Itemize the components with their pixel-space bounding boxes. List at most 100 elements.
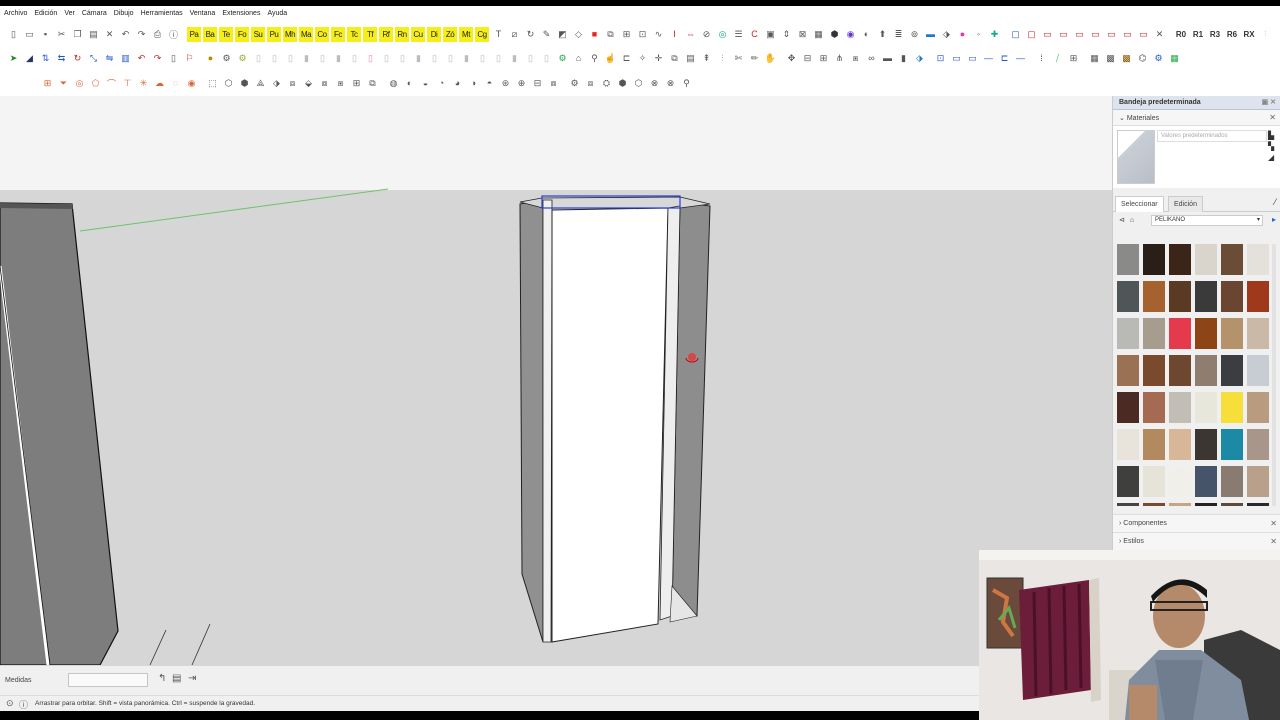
home-icon[interactable]: ⌂	[1130, 217, 1134, 224]
bar-red-6-icon[interactable]: ▭	[1120, 27, 1135, 42]
material-swatch[interactable]	[1117, 392, 1139, 423]
info-icon[interactable]: ⓘ	[166, 27, 181, 42]
up-down-icon[interactable]: ⇕	[779, 27, 794, 42]
copy-icon[interactable]: ❐	[70, 27, 85, 42]
tool-cg-button[interactable]: Cg	[475, 26, 489, 42]
scale-icon[interactable]: ⤡	[86, 51, 101, 66]
rotate-icon[interactable]: ↻	[70, 51, 85, 66]
solid-3-icon[interactable]: ⬢	[237, 76, 252, 91]
panel-6-icon[interactable]: ▮	[331, 51, 346, 66]
material-swatch[interactable]	[1143, 355, 1165, 386]
slash-icon[interactable]: ⊘	[699, 27, 714, 42]
edge-icon[interactable]: ▯	[166, 51, 181, 66]
tool-zo-button[interactable]: Zó	[443, 26, 457, 42]
material-swatch[interactable]	[1221, 281, 1243, 312]
list-icon[interactable]: ☰	[731, 27, 746, 42]
target-icon[interactable]: ◎	[715, 27, 730, 42]
shape-icon[interactable]: ◇	[571, 27, 586, 42]
draw-arc-icon[interactable]: ⌒	[104, 76, 119, 91]
arrow-icon[interactable]: ⬆	[875, 27, 890, 42]
solid-9-icon[interactable]: ⧆	[333, 76, 348, 91]
frame-red-icon[interactable]: ▢	[1024, 27, 1039, 42]
block-2-icon[interactable]: ▩	[1103, 51, 1118, 66]
reset-icon[interactable]: ↰	[158, 673, 166, 684]
monitor-icon[interactable]: ▬	[923, 27, 938, 42]
tool-rn-button[interactable]: Rn	[395, 26, 409, 42]
zoom-window-icon[interactable]: ⊡	[635, 27, 650, 42]
material-swatch[interactable]	[1143, 466, 1165, 497]
open-icon[interactable]: ▭	[22, 27, 37, 42]
material-swatch[interactable]	[1195, 318, 1217, 349]
curve-9-icon[interactable]: ⊕	[514, 76, 529, 91]
curve-8-icon[interactable]: ⊛	[498, 76, 513, 91]
curve-2-icon[interactable]: ◐	[402, 76, 417, 91]
draw-target-icon[interactable]: ◉	[184, 76, 199, 91]
gears-1-icon[interactable]: ⚙	[567, 76, 582, 91]
section-icon[interactable]: ⧉	[603, 27, 618, 42]
crop-icon[interactable]: ⊏	[619, 51, 634, 66]
menu-archivo[interactable]: Archivo	[4, 10, 27, 17]
hinge-icon[interactable]: ↷	[150, 51, 165, 66]
red-square-icon[interactable]: ■	[587, 27, 602, 42]
material-swatch[interactable]	[1247, 429, 1269, 460]
curve-1-icon[interactable]: ◍	[386, 76, 401, 91]
curve-11-icon[interactable]: ⧇	[546, 76, 561, 91]
gears-7-icon[interactable]: ⊗	[663, 76, 678, 91]
tool-di-button[interactable]: Di	[427, 26, 441, 42]
frame-icon[interactable]: ▢	[1008, 27, 1023, 42]
flip-icon[interactable]: ⇋	[102, 51, 117, 66]
file-icon[interactable]: ▮	[896, 51, 911, 66]
tool-pa-button[interactable]: Pa	[187, 26, 201, 42]
tool-ba-button[interactable]: Ba	[203, 26, 217, 42]
cut-icon[interactable]: ✂	[54, 27, 69, 42]
save-icon[interactable]: ▪	[38, 27, 53, 42]
panel-1-icon[interactable]: ▯	[251, 51, 266, 66]
sphere-icon[interactable]: ◐	[859, 27, 874, 42]
gears-8-icon[interactable]: ⚲	[679, 76, 694, 91]
material-swatch[interactable]	[1169, 281, 1191, 312]
glyph-icon[interactable]: ⊞	[1066, 51, 1081, 66]
tool-te-button[interactable]: Te	[219, 26, 233, 42]
material-swatch[interactable]	[1247, 318, 1269, 349]
styles-panel[interactable]: › Estilos ✕	[1113, 532, 1280, 550]
tool-fc-button[interactable]: Fc	[331, 26, 345, 42]
scissors-icon[interactable]: ✄	[731, 51, 746, 66]
panel-4-icon[interactable]: ▮	[299, 51, 314, 66]
material-swatch[interactable]	[1221, 429, 1243, 460]
panel-5-icon[interactable]: ▯	[315, 51, 330, 66]
print-icon[interactable]: ⎙	[150, 27, 165, 42]
curve-6-icon[interactable]: ◑	[466, 76, 481, 91]
solid-10-icon[interactable]: ⊞	[349, 76, 364, 91]
material-swatch[interactable]	[1169, 503, 1191, 506]
details-arrow-icon[interactable]: ▸	[1272, 215, 1276, 224]
zoom-icon[interactable]: ⊚	[907, 27, 922, 42]
blue-frame-1-icon[interactable]: ⊡	[933, 51, 948, 66]
r3-button[interactable]: R3	[1207, 27, 1223, 42]
cross-icon[interactable]: ✛	[651, 51, 666, 66]
draw-t-icon[interactable]: ⊤	[120, 76, 135, 91]
bar-red-5-icon[interactable]: ▭	[1104, 27, 1119, 42]
curve-7-icon[interactable]: ◓	[482, 76, 497, 91]
measure-icon[interactable]: I	[667, 27, 682, 42]
curve-4-icon[interactable]: ◔	[434, 76, 449, 91]
tool-tc-button[interactable]: Tc	[347, 26, 361, 42]
panel-3-icon[interactable]: ▯	[283, 51, 298, 66]
bar-red-4-icon[interactable]: ▭	[1088, 27, 1103, 42]
solid-5-icon[interactable]: ⬗	[269, 76, 284, 91]
material-swatch[interactable]	[1247, 244, 1269, 275]
green-grid-icon[interactable]: ▦	[1167, 51, 1182, 66]
arrows-icon[interactable]: ⇔	[683, 27, 698, 42]
shapes-icon[interactable]: ⊠	[795, 27, 810, 42]
material-swatch[interactable]	[1221, 355, 1243, 386]
material-swatch[interactable]	[1143, 392, 1165, 423]
material-name-field[interactable]: Valores predeterminados	[1157, 130, 1267, 142]
components-panel[interactable]: › Componentes ✕	[1113, 514, 1280, 532]
new-icon[interactable]: ▯	[6, 27, 21, 42]
duplicate-icon[interactable]: ⧉	[667, 51, 682, 66]
material-swatch[interactable]	[1247, 392, 1269, 423]
menu-herramientas[interactable]: Herramientas	[141, 10, 183, 17]
pin-icon[interactable]: ▣ ✕	[1262, 98, 1276, 106]
material-swatch[interactable]	[1195, 244, 1217, 275]
text-tool-icon[interactable]: T	[491, 27, 506, 42]
tool-pu-button[interactable]: Pu	[267, 26, 281, 42]
